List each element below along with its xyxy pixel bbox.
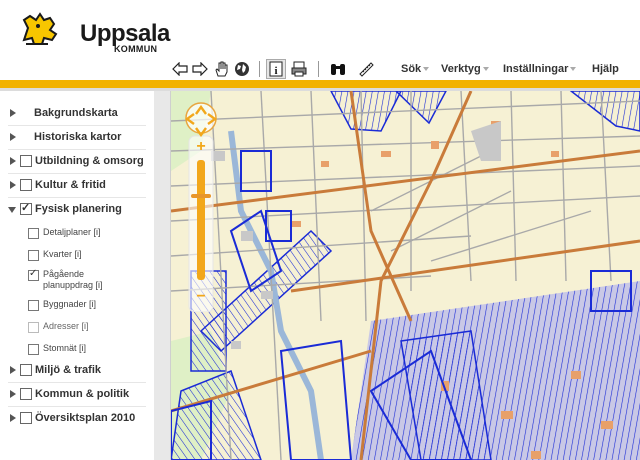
expand-arrow-icon[interactable] — [10, 157, 16, 165]
info-icon[interactable]: i — [266, 59, 286, 79]
chevron-down-icon — [482, 67, 489, 72]
menu-sok[interactable]: Sök — [401, 62, 430, 76]
layer-row-historiska-kartor[interactable]: Historiska kartor — [0, 126, 150, 149]
layer-checkbox[interactable] — [20, 201, 32, 215]
layer-label: Bakgrundskarta — [34, 107, 118, 119]
chevron-down-icon — [570, 67, 577, 72]
sublayer-label: Adresser [i] — [43, 321, 89, 331]
menu-verktyg[interactable]: Verktyg — [441, 62, 489, 76]
svg-text:i: i — [274, 65, 277, 77]
menu-verktyg-label: Verktyg — [441, 63, 481, 75]
map-viewport[interactable] — [171, 91, 640, 460]
layer-row-fysisk-planering[interactable]: Fysisk planering — [0, 198, 150, 221]
expand-arrow-icon[interactable] — [10, 390, 16, 398]
layer-checkbox[interactable] — [20, 412, 32, 424]
accent-stripe — [0, 80, 640, 88]
layer-sidebar: Bakgrundskarta Historiska kartor Utbildn… — [0, 91, 155, 460]
brand-subtitle: KOMMUN — [114, 44, 158, 54]
pan-right-icon[interactable] — [207, 112, 218, 125]
sidebar-splitter[interactable] — [154, 91, 171, 460]
pan-hand-icon[interactable] — [212, 59, 232, 79]
sublayer-checkbox[interactable] — [28, 268, 39, 281]
expand-arrow-icon[interactable] — [10, 366, 16, 374]
menu-hjalp-label: Hjälp — [592, 63, 619, 75]
menu-installningar-label: Inställningar — [503, 63, 569, 75]
toolbar: i Sök Verktyg Inställningar Hjälp — [0, 58, 640, 80]
layer-checkbox[interactable] — [20, 388, 32, 400]
toolbar-separator — [318, 61, 319, 77]
expand-arrow-icon[interactable] — [10, 414, 16, 422]
measure-ruler-icon[interactable] — [356, 59, 376, 79]
layer-checkbox[interactable] — [20, 155, 32, 167]
sublayer-label: Detaljplaner [i] — [43, 227, 101, 237]
layer-label: Historiska kartor — [34, 131, 122, 143]
sublayer-label: Byggnader [i] — [43, 299, 97, 309]
pan-up-icon[interactable] — [195, 102, 207, 115]
pan-left-icon[interactable] — [184, 112, 195, 125]
layer-row-oversiktsplan-2010[interactable]: Översiktsplan 2010 — [0, 407, 150, 430]
layer-label: Kommun & politik — [35, 388, 130, 400]
layer-row-utbildning-omsorg[interactable]: Utbildning & omsorg — [0, 150, 150, 173]
sublayer-checkbox — [28, 322, 39, 333]
chevron-down-icon — [423, 67, 430, 72]
expand-arrow-icon[interactable] — [10, 109, 16, 117]
expand-arrow-icon[interactable] — [10, 133, 16, 141]
expand-arrow-icon[interactable] — [10, 181, 16, 189]
sublayer-checkbox[interactable] — [28, 228, 39, 239]
sublayer-stomnat[interactable]: Stomnät [i] — [0, 341, 150, 357]
sublayer-label-line2: planuppdrag [i] — [43, 280, 103, 290]
menu-sok-label: Sök — [401, 63, 422, 75]
layer-checkbox[interactable] — [20, 179, 32, 191]
sublayer-byggnader[interactable]: Byggnader [i] — [0, 297, 150, 313]
brand-name: Uppsala — [80, 20, 170, 47]
print-icon[interactable] — [289, 59, 309, 79]
sublayer-label: Kvarter [i] — [43, 249, 82, 259]
layer-row-miljo-trafik[interactable]: Miljö & trafik — [0, 359, 150, 382]
layer-row-kommun-politik[interactable]: Kommun & politik — [0, 383, 150, 406]
sublayer-label: Pågående planuppdrag [i] — [43, 269, 103, 291]
layer-label: Miljö & trafik — [35, 364, 102, 376]
toolbar-separator — [259, 61, 260, 77]
binoculars-icon[interactable] — [328, 59, 348, 79]
sublayer-checkbox[interactable] — [28, 250, 39, 261]
layer-checkbox[interactable] — [20, 364, 32, 376]
menu-installningar[interactable]: Inställningar — [503, 62, 577, 76]
layer-row-bakgrundskarta[interactable]: Bakgrundskarta — [0, 102, 150, 125]
pan-down-icon[interactable] — [195, 124, 207, 138]
sublayer-checkbox[interactable] — [28, 300, 39, 311]
zoom-slider-handle[interactable] — [191, 193, 211, 198]
layer-label: Fysisk planering — [35, 203, 122, 215]
zoom-in-button[interactable]: + — [191, 138, 211, 156]
sublayer-checkbox[interactable] — [28, 344, 39, 355]
layer-label: Översiktsplan 2010 — [35, 412, 136, 424]
uppsala-kommun-logo[interactable]: Uppsala KOMMUN — [18, 10, 170, 54]
sublayer-label: Stomnät [i] — [43, 343, 87, 353]
sublayer-pagaende-planuppdrag[interactable]: Pågåendeplanuppdrag [i] — [0, 267, 150, 293]
lion-emblem-icon — [22, 12, 58, 45]
menu-hjalp[interactable]: Hjälp — [592, 62, 619, 76]
sublayer-adresser: Adresser [i] — [0, 319, 150, 335]
sublayer-detaljplaner[interactable]: Detaljplaner [i] — [0, 225, 150, 241]
arrow-right-icon[interactable] — [190, 59, 210, 79]
map-canvas — [171, 91, 640, 460]
header: Uppsala KOMMUN — [0, 0, 640, 58]
sublayer-label-line1: Pågående — [43, 269, 85, 279]
arrow-left-icon[interactable] — [170, 59, 190, 79]
layer-row-kultur-fritid[interactable]: Kultur & fritid — [0, 174, 150, 197]
layer-label: Utbildning & omsorg — [35, 155, 144, 167]
zoom-control: + − — [183, 100, 219, 312]
collapse-arrow-icon[interactable] — [8, 207, 16, 213]
sublayer-kvarter[interactable]: Kvarter [i] — [0, 247, 150, 263]
layer-label: Kultur & fritid — [35, 179, 106, 191]
zoom-out-button[interactable]: − — [191, 288, 211, 306]
globe-icon[interactable] — [232, 59, 252, 79]
